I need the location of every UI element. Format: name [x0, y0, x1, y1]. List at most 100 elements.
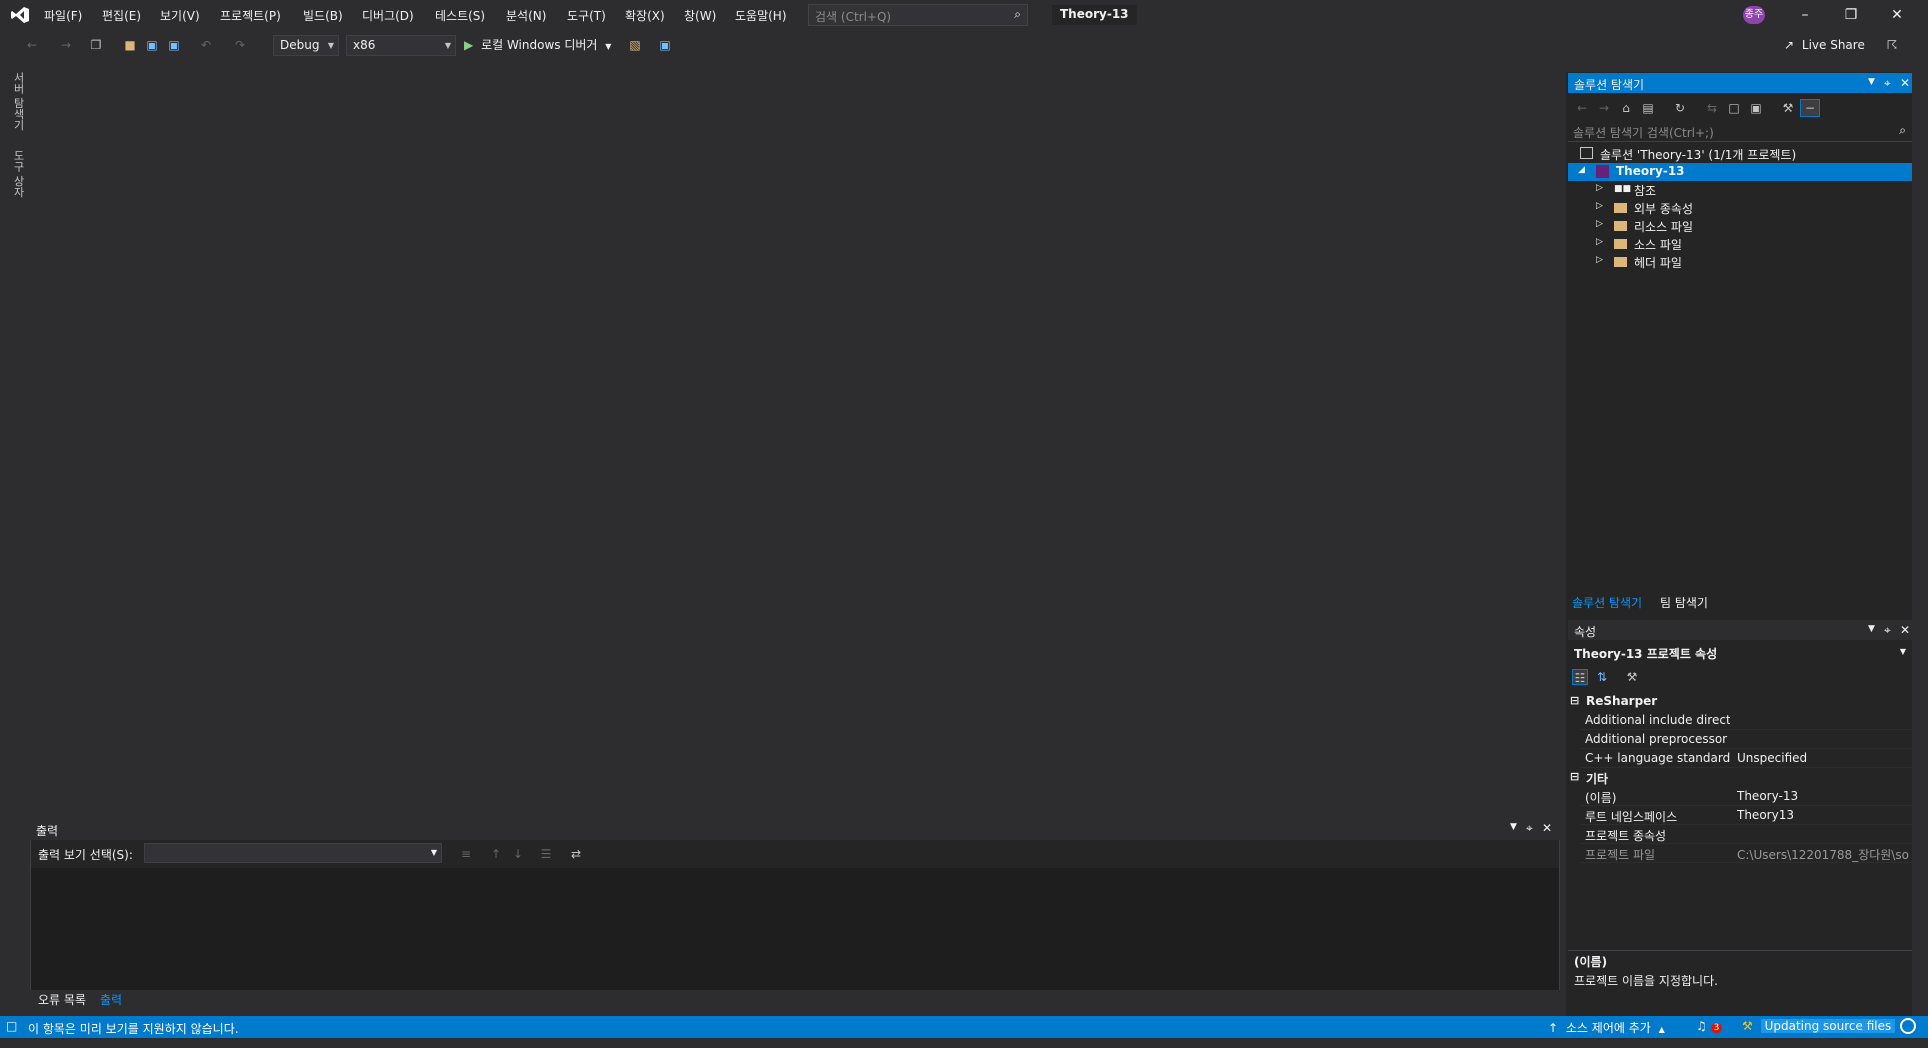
menu-window[interactable]: 창(W) — [684, 7, 716, 24]
pin-icon[interactable]: ⌖ — [1884, 623, 1891, 638]
config-dropdown[interactable]: Debug ▼ — [273, 35, 339, 56]
toolbox-tab[interactable]: 도구 상자 — [10, 150, 26, 198]
tab-team-explorer[interactable]: 팀 탐색기 — [1660, 594, 1708, 611]
collapse-all-icon[interactable]: □ — [1726, 100, 1742, 116]
sync-icon[interactable]: ⇆ — [1704, 100, 1720, 116]
menu-extensions[interactable]: 확장(X) — [625, 7, 665, 24]
property-row[interactable]: Additional include directori — [1580, 711, 1912, 730]
share-icon: ↗ — [1784, 38, 1795, 52]
dropdown-icon[interactable]: ▼ — [1868, 77, 1875, 87]
preview-selected-icon[interactable]: − — [1800, 99, 1820, 117]
undo-icon[interactable]: ↶ — [198, 37, 214, 53]
menu-project[interactable]: 프로젝트(P) — [220, 7, 281, 24]
config-value: Debug — [280, 38, 320, 52]
save-icon[interactable]: ▣ — [144, 37, 160, 53]
property-name: 프로젝트 파일 — [1585, 848, 1656, 862]
project-node[interactable]: ◢ Theory-13 — [1568, 163, 1912, 181]
open-folder-icon[interactable]: ■ — [122, 37, 138, 53]
search-input[interactable]: 검색 (Ctrl+Q) ⌕ — [808, 4, 1028, 26]
folder-icon — [1614, 203, 1627, 213]
menu-build[interactable]: 빌드(B) — [303, 7, 343, 24]
pin-icon[interactable]: ⌖ — [1526, 821, 1533, 836]
output-source-select[interactable]: ▼ — [144, 843, 442, 863]
history-icon[interactable]: ↻ — [1672, 100, 1688, 116]
menu-file[interactable]: 파일(F) — [44, 7, 82, 24]
property-row[interactable]: Additional preprocessor def — [1580, 730, 1912, 749]
next-message-icon[interactable]: ↓ — [510, 846, 526, 862]
menu-debug[interactable]: 디버그(D) — [362, 7, 414, 24]
minimize-button[interactable]: – — [1782, 0, 1828, 30]
menu-view[interactable]: 보기(V) — [160, 7, 200, 24]
property-row[interactable]: C++ language standard Unspecified — [1580, 749, 1912, 768]
clear-output-icon[interactable]: ≡ — [458, 846, 474, 862]
back-icon[interactable]: ← — [1574, 100, 1590, 116]
output-text-area[interactable] — [31, 868, 1559, 990]
tab-error-list[interactable]: 오류 목록 — [32, 989, 92, 1010]
maximize-button[interactable]: ❐ — [1828, 0, 1874, 30]
find-icon[interactable]: ▧ — [627, 37, 643, 53]
prev-message-icon[interactable]: ↑ — [488, 846, 504, 862]
screenshot-icon[interactable]: ▣ — [657, 37, 673, 53]
pin-icon[interactable]: ⌖ — [1884, 76, 1891, 91]
server-explorer-tab[interactable]: 서버 탐색기 — [10, 72, 26, 131]
solution-search-input[interactable]: 솔루션 탐색기 검색(Ctrl+;) ⌕ — [1568, 122, 1912, 142]
property-row[interactable]: 루트 네임스페이스 Theory13 — [1580, 806, 1912, 825]
tree-item-source-files[interactable]: ▷ 소스 파일 — [1568, 235, 1912, 253]
forward-icon[interactable]: → — [58, 37, 74, 53]
tree-item-references[interactable]: ▷ ■■ 참조 — [1568, 181, 1912, 199]
menu-test[interactable]: 테스트(S) — [435, 7, 485, 24]
live-share-button[interactable]: ↗ Live Share — [1784, 38, 1865, 52]
property-row[interactable]: 프로젝트 파일 C:\Users\12201788_장다원\so — [1580, 844, 1912, 863]
dropdown-icon[interactable]: ▼ — [1510, 822, 1517, 832]
menu-edit[interactable]: 편집(E) — [102, 7, 141, 24]
tab-solution-explorer[interactable]: 솔루션 탐색기 — [1572, 594, 1642, 611]
close-icon[interactable]: ✕ — [1542, 821, 1552, 835]
close-icon[interactable]: ✕ — [1900, 623, 1910, 637]
add-source-control-button[interactable]: ↑ 소스 제어에 추가 ▲ — [1548, 1019, 1665, 1036]
forward-icon[interactable]: → — [1596, 100, 1612, 116]
back-icon[interactable]: ← — [24, 37, 40, 53]
pin-icon[interactable]: ☈ — [1884, 37, 1900, 53]
tree-item-resource-files[interactable]: ▷ 리소스 파일 — [1568, 217, 1912, 235]
save-all-icon[interactable]: ▣ — [166, 37, 182, 53]
vs-logo-icon[interactable] — [10, 6, 30, 24]
run-debugger-button[interactable]: ▶ 로컬 Windows 디버거 ▼ — [464, 36, 611, 56]
property-pages-icon[interactable]: ⚒ — [1624, 669, 1640, 685]
show-all-files-icon[interactable]: ▣ — [1748, 100, 1764, 116]
tab-output[interactable]: 출력 — [94, 989, 128, 1010]
solution-node[interactable]: 솔루션 'Theory-13' (1/1개 프로젝트) — [1568, 145, 1912, 163]
alphabetical-icon[interactable]: ⇅ — [1594, 669, 1610, 685]
property-row[interactable]: (이름) Theory-13 — [1580, 787, 1912, 806]
chevron-up-icon: ▲ — [1658, 1025, 1665, 1034]
menu-help[interactable]: 도움말(H) — [735, 7, 787, 24]
resharper-status[interactable]: ⚒ Updating source files — [1742, 1019, 1896, 1033]
property-row[interactable]: 프로젝트 종속성 — [1580, 825, 1912, 844]
output-title: 출력 — [36, 824, 59, 838]
solution-explorer-title: 솔루션 탐색기 — [1574, 78, 1645, 92]
dropdown-icon[interactable]: ▼ — [1868, 624, 1875, 634]
editor-area — [28, 62, 1564, 817]
menu-tools[interactable]: 도구(T) — [567, 7, 606, 24]
output-header: 출력 ▼ ⌖ ✕ — [30, 818, 1560, 840]
tree-item-header-files[interactable]: ▷ 헤더 파일 — [1568, 253, 1912, 271]
user-avatar[interactable]: 종주 — [1743, 6, 1765, 24]
notifications-button[interactable]: ♫ 3 — [1696, 1019, 1723, 1033]
group-label: 기타 — [1586, 772, 1609, 786]
tree-item-external-deps[interactable]: ▷ 외부 종속성 — [1568, 199, 1912, 217]
property-group-resharper[interactable]: ⊟ ReSharper — [1568, 692, 1912, 711]
categorized-icon[interactable]: ☷ — [1572, 669, 1588, 685]
new-project-icon[interactable]: ❐ — [88, 37, 104, 53]
collapsed-arrow-icon: ▷ — [1596, 201, 1603, 211]
find-message-icon[interactable]: ☰ — [538, 846, 554, 862]
home-icon[interactable]: ⌂ — [1618, 100, 1634, 116]
menu-analyze[interactable]: 분석(N) — [506, 7, 546, 24]
switch-views-icon[interactable]: ▤ — [1640, 100, 1656, 116]
platform-dropdown[interactable]: x86 ▼ — [346, 35, 456, 56]
close-button[interactable]: ✕ — [1874, 0, 1920, 30]
redo-icon[interactable]: ↷ — [232, 37, 248, 53]
word-wrap-icon[interactable]: ⇄ — [568, 846, 584, 862]
property-group-misc[interactable]: ⊟ 기타 — [1568, 768, 1912, 787]
properties-wrench-icon[interactable]: ⚒ — [1780, 100, 1796, 116]
properties-object-select[interactable]: Theory-13 프로젝트 속성 ▼ — [1568, 643, 1912, 663]
close-icon[interactable]: ✕ — [1900, 76, 1910, 90]
